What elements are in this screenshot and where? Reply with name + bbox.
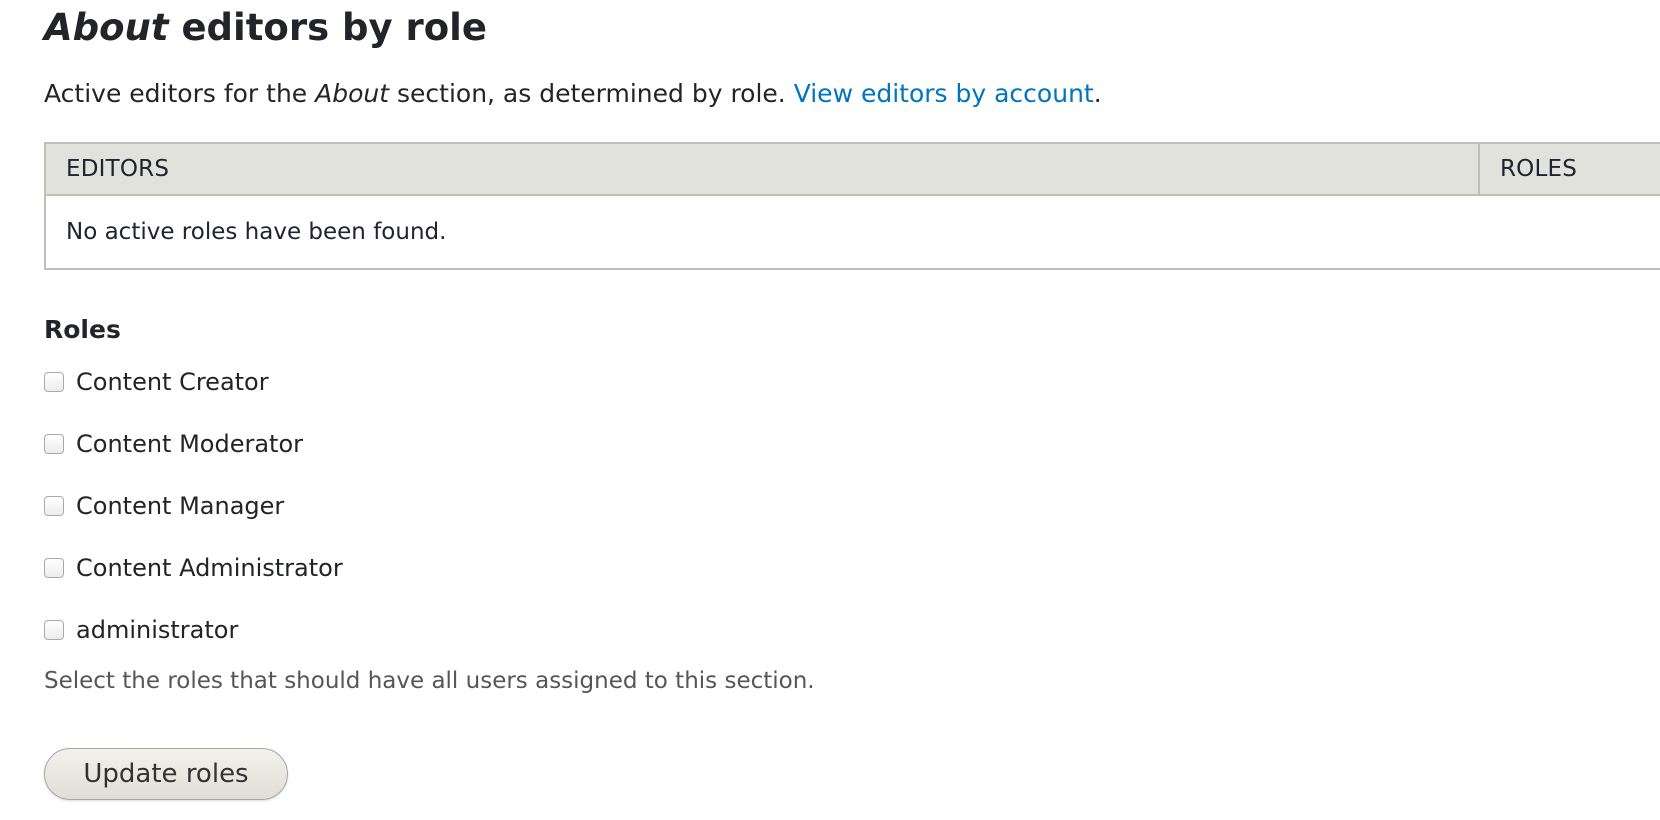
- column-header-editors: EDITORS: [46, 144, 1480, 194]
- intro-prefix: Active editors for the: [44, 79, 316, 108]
- page-title-section: About: [44, 6, 169, 49]
- intro-section: About: [315, 79, 390, 108]
- table-empty-row: No active roles have been found.: [46, 196, 1660, 268]
- intro-text: Active editors for the About section, as…: [44, 78, 1102, 111]
- table-header: EDITORS ROLES: [46, 144, 1660, 196]
- role-option-content-administrator[interactable]: Content Administrator: [44, 550, 343, 586]
- role-label: Content Moderator: [76, 430, 304, 458]
- role-checkbox[interactable]: [44, 496, 64, 516]
- page: About editors by role Active editors for…: [44, 0, 1660, 820]
- roles-help-text: Select the roles that should have all us…: [44, 668, 815, 694]
- update-roles-button[interactable]: Update roles: [44, 748, 288, 800]
- role-checkbox[interactable]: [44, 372, 64, 392]
- editors-table: EDITORS ROLES No active roles have been …: [44, 142, 1660, 270]
- intro-suffix: section, as determined by role.: [389, 79, 794, 108]
- role-label: Content Creator: [76, 368, 269, 396]
- role-label: Content Administrator: [76, 554, 343, 582]
- role-option-administrator[interactable]: administrator: [44, 612, 343, 648]
- role-checkbox[interactable]: [44, 620, 64, 640]
- page-title: About editors by role: [44, 4, 487, 52]
- page-title-rest: editors by role: [168, 6, 487, 49]
- role-checkbox[interactable]: [44, 434, 64, 454]
- roles-heading: Roles: [44, 315, 121, 344]
- roles-checkbox-list: Content Creator Content Moderator Conten…: [44, 364, 343, 674]
- role-option-content-moderator[interactable]: Content Moderator: [44, 426, 343, 462]
- role-option-content-creator[interactable]: Content Creator: [44, 364, 343, 400]
- role-label: administrator: [76, 616, 239, 644]
- role-option-content-manager[interactable]: Content Manager: [44, 488, 343, 524]
- role-checkbox[interactable]: [44, 558, 64, 578]
- intro-end: .: [1093, 79, 1102, 108]
- view-editors-by-account-link[interactable]: View editors by account: [794, 79, 1094, 108]
- role-label: Content Manager: [76, 492, 285, 520]
- column-header-roles: ROLES: [1500, 156, 1578, 182]
